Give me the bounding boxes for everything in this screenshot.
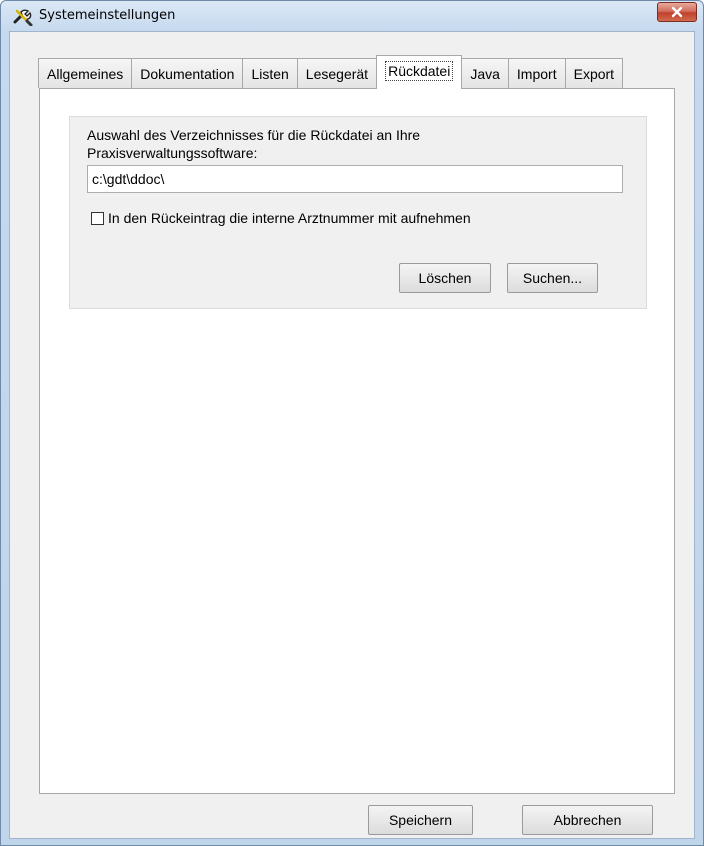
wrench-screwdriver-icon	[13, 8, 33, 27]
arztnummer-checkbox-row[interactable]: In den Rückeintrag die interne Arztnumme…	[91, 209, 471, 227]
tab-rueckdatei[interactable]: Rückdatei	[376, 55, 463, 89]
delete-button[interactable]: Löschen	[399, 263, 491, 293]
close-button[interactable]	[657, 2, 697, 22]
tab-allgemeines[interactable]: Allgemeines	[38, 58, 133, 88]
rueckdatei-group: Auswahl des Verzeichnisses für die Rückd…	[69, 116, 647, 309]
browse-button[interactable]: Suchen...	[507, 263, 598, 293]
tab-lesegeraet[interactable]: Lesegerät	[296, 58, 378, 88]
tab-listen[interactable]: Listen	[242, 58, 298, 88]
settings-window: Systemeinstellungen Allgemeines Dokument…	[0, 0, 704, 846]
arztnummer-checkbox[interactable]	[91, 211, 104, 225]
arztnummer-checkbox-label: In den Rückeintrag die interne Arztnumme…	[108, 210, 471, 226]
directory-path-input[interactable]	[87, 165, 623, 193]
tab-export[interactable]: Export	[564, 58, 624, 88]
cancel-button[interactable]: Abbrechen	[522, 805, 653, 835]
tab-panel-rueckdatei: Auswahl des Verzeichnisses für die Rückd…	[39, 88, 675, 794]
title-bar[interactable]: Systemeinstellungen	[1, 1, 703, 31]
dialog-client-area: Allgemeines Dokumentation Listen Leseger…	[9, 31, 695, 839]
window-title: Systemeinstellungen	[39, 8, 176, 23]
tab-import[interactable]: Import	[507, 58, 566, 88]
save-button[interactable]: Speichern	[368, 805, 473, 835]
tab-dokumentation[interactable]: Dokumentation	[131, 58, 244, 88]
tab-strip: Allgemeines Dokumentation Listen Leseger…	[38, 55, 624, 89]
directory-description: Auswahl des Verzeichnisses für die Rückd…	[87, 127, 421, 161]
tab-java[interactable]: Java	[461, 58, 509, 88]
close-icon	[671, 6, 683, 18]
